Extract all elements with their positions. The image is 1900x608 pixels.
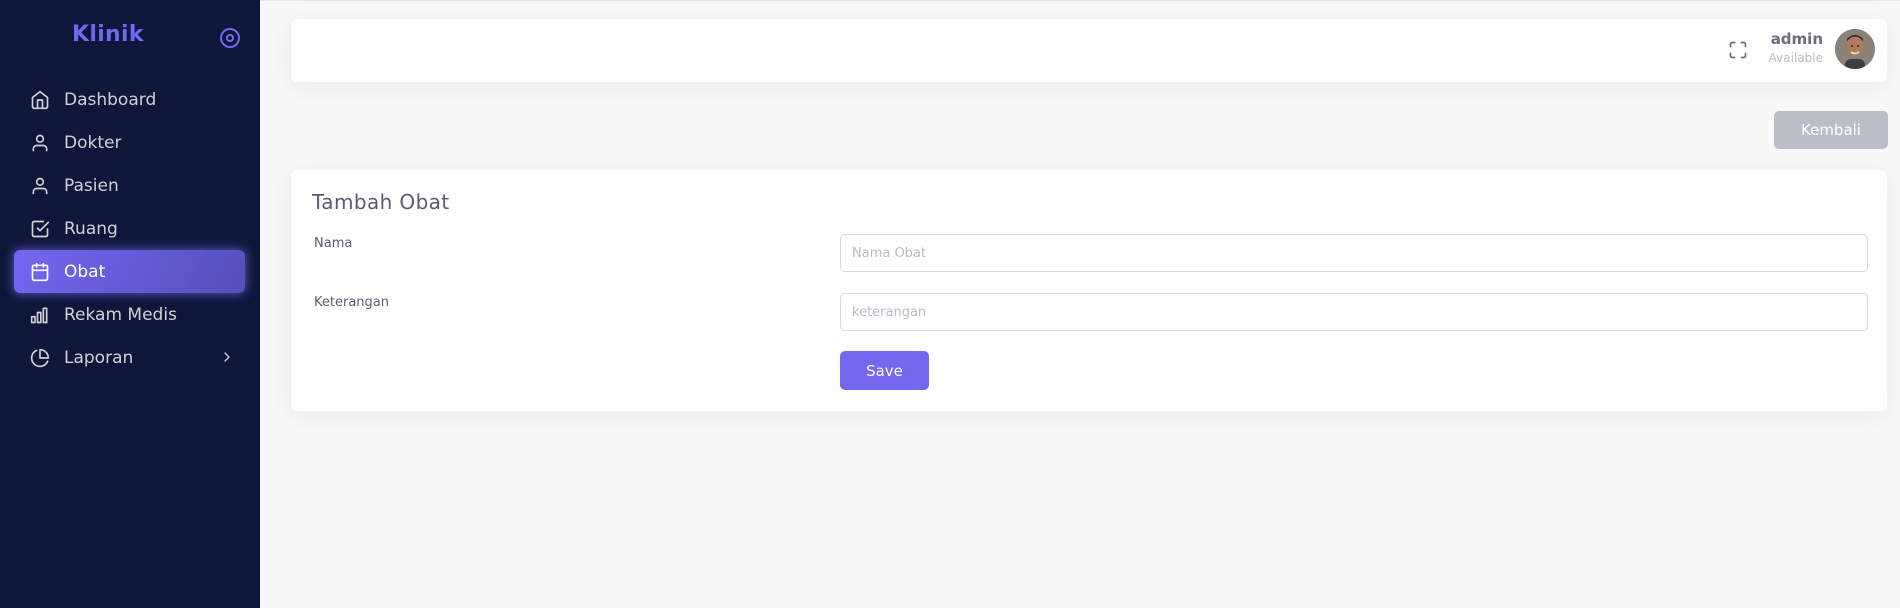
- sidebar-item-label: Dashboard: [64, 89, 157, 110]
- keterangan-input[interactable]: [840, 293, 1868, 331]
- sidebar-toggle-icon[interactable]: [220, 28, 240, 48]
- sidebar-item-ruang[interactable]: Ruang: [14, 207, 245, 250]
- user-status: Available: [1768, 51, 1823, 65]
- sidebar-item-label: Laporan: [64, 347, 134, 368]
- sidebar-item-pasien[interactable]: Pasien: [14, 164, 245, 207]
- sidebar-item-rekam-medis[interactable]: Rekam Medis: [14, 293, 245, 336]
- sidebar: Klinik Dashboard Dokter Pasien Ruang Oba…: [0, 0, 260, 608]
- sidebar-item-obat[interactable]: Obat: [14, 250, 245, 293]
- nama-label: Nama: [314, 236, 353, 251]
- top-border: [260, 0, 1900, 1]
- brand-logo[interactable]: Klinik: [72, 22, 144, 47]
- sidebar-item-label: Obat: [64, 261, 106, 282]
- user-icon: [30, 176, 50, 196]
- sidebar-item-label: Rekam Medis: [64, 304, 177, 325]
- sidebar-item-label: Dokter: [64, 132, 122, 153]
- user-name[interactable]: admin: [1771, 30, 1823, 48]
- card-title: Tambah Obat: [312, 190, 450, 214]
- nama-input[interactable]: [840, 234, 1868, 272]
- pie-chart-icon: [30, 348, 50, 368]
- avatar[interactable]: [1835, 29, 1875, 69]
- chevron-right-icon[interactable]: [219, 349, 235, 365]
- sidebar-item-label: Ruang: [64, 218, 118, 239]
- sidebar-item-dokter[interactable]: Dokter: [14, 121, 245, 164]
- form-card: Tambah Obat Nama Keterangan Save: [291, 170, 1887, 411]
- fullscreen-icon[interactable]: [1728, 40, 1748, 60]
- calendar-icon: [30, 262, 50, 282]
- check-square-icon: [30, 219, 50, 239]
- sidebar-item-laporan[interactable]: Laporan: [14, 336, 245, 379]
- bar-chart-icon: [30, 305, 50, 325]
- top-navbar: admin Available: [291, 19, 1887, 82]
- keterangan-label: Keterangan: [314, 295, 389, 310]
- save-button[interactable]: Save: [840, 351, 929, 390]
- user-icon: [30, 133, 50, 153]
- back-button[interactable]: Kembali: [1774, 111, 1888, 149]
- sidebar-item-dashboard[interactable]: Dashboard: [14, 78, 245, 121]
- sidebar-menu: Dashboard Dokter Pasien Ruang Obat Rekam…: [14, 78, 245, 379]
- home-icon: [30, 90, 50, 110]
- sidebar-item-label: Pasien: [64, 175, 119, 196]
